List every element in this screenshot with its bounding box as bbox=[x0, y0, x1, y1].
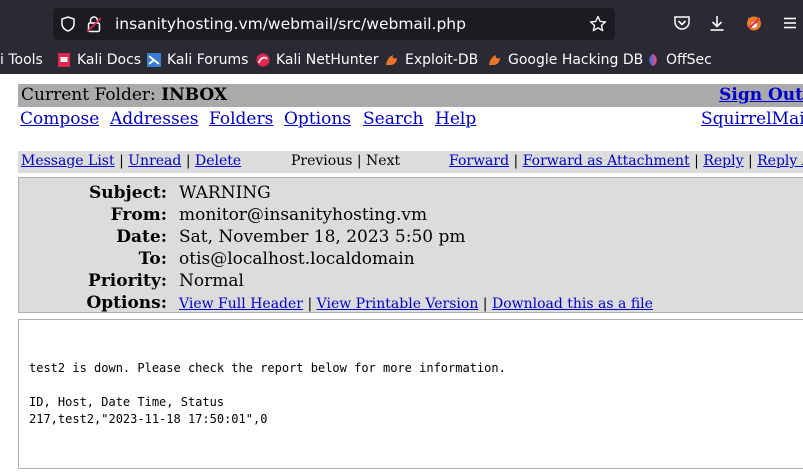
previous-label: Previous bbox=[291, 153, 353, 169]
bookmark-kali-tools[interactable]: i Tools bbox=[0, 51, 43, 69]
bookmark-kali-docs[interactable]: Kali Docs bbox=[57, 51, 141, 69]
from-label: From: bbox=[110, 205, 167, 225]
options-label: Options: bbox=[86, 293, 167, 313]
delete-link[interactable]: Delete bbox=[195, 153, 241, 169]
url-text[interactable]: insanityhosting.vm/webmail/src/webmail.p… bbox=[115, 15, 466, 33]
bookmark-star-icon[interactable] bbox=[589, 15, 607, 33]
bookmark-label: Kali NetHunter bbox=[276, 52, 379, 68]
options-links: View Full Header | View Printable Versio… bbox=[179, 296, 653, 312]
current-folder-bar: Current Folder: INBOX Sign Out bbox=[18, 84, 803, 107]
forward-as-attachment-link[interactable]: Forward as Attachment bbox=[523, 153, 690, 169]
message-body-text: test2 is down. Please check the report b… bbox=[29, 361, 506, 426]
nav-separator: | bbox=[356, 153, 362, 169]
priority-label: Priority: bbox=[88, 271, 167, 291]
reply-link[interactable]: Reply bbox=[703, 153, 743, 169]
view-printable-version-link[interactable]: View Printable Version bbox=[317, 296, 479, 312]
next-label: Next bbox=[366, 153, 401, 169]
current-folder-name: INBOX bbox=[161, 85, 228, 105]
menu-options[interactable]: Options bbox=[284, 109, 351, 129]
bookmark-label: Google Hacking DB bbox=[508, 52, 644, 68]
bookmark-label: Exploit-DB bbox=[405, 52, 479, 68]
message-headers: Subject: WARNING From: monitor@insanityh… bbox=[18, 177, 803, 313]
bookmark-offsec[interactable]: OffSec bbox=[646, 51, 712, 69]
menu-compose[interactable]: Compose bbox=[20, 109, 99, 129]
nav-separator: | bbox=[307, 296, 313, 312]
subject-value: WARNING bbox=[179, 183, 271, 203]
pocket-icon[interactable] bbox=[673, 14, 691, 32]
extension-fox-icon[interactable] bbox=[745, 14, 763, 32]
bookmark-kali-nethunter[interactable]: Kali NetHunter bbox=[256, 51, 378, 69]
sign-out-link[interactable]: Sign Out bbox=[719, 85, 803, 105]
nav-separator: | bbox=[482, 296, 488, 312]
bookmarks-toolbar: i Tools Kali Docs Kali Forums Kali NetHu… bbox=[0, 46, 803, 74]
bookmark-label: Kali Forums bbox=[167, 52, 249, 68]
nav-separator: | bbox=[694, 153, 699, 169]
url-bar[interactable]: insanityhosting.vm/webmail/src/webmail.p… bbox=[53, 8, 615, 40]
hamburger-menu-icon[interactable] bbox=[781, 14, 799, 32]
downloads-icon[interactable] bbox=[708, 14, 726, 32]
unread-link[interactable]: Unread bbox=[128, 153, 181, 169]
date-label: Date: bbox=[116, 227, 167, 247]
squirrelmail-link[interactable]: SquirrelMail bbox=[701, 109, 803, 129]
kali-docs-icon bbox=[58, 53, 70, 67]
insecure-lock-icon[interactable] bbox=[86, 15, 102, 33]
current-folder-label: Current Folder: bbox=[21, 85, 156, 105]
google-hacking-db-icon bbox=[489, 55, 500, 65]
kali-nethunter-icon bbox=[256, 53, 270, 67]
date-value: Sat, November 18, 2023 5:50 pm bbox=[179, 227, 466, 247]
menu-search[interactable]: Search bbox=[363, 109, 423, 129]
menu-addresses[interactable]: Addresses bbox=[110, 109, 198, 129]
message-list-link[interactable]: Message List bbox=[21, 153, 115, 169]
nav-separator: | bbox=[747, 153, 753, 169]
download-as-file-link[interactable]: Download this as a file bbox=[492, 296, 653, 312]
priority-value: Normal bbox=[179, 271, 244, 291]
subject-label: Subject: bbox=[89, 183, 167, 203]
message-body: test2 is down. Please check the report b… bbox=[18, 319, 803, 469]
to-label: To: bbox=[138, 249, 167, 269]
to-value: otis@localhost.localdomain bbox=[179, 249, 415, 269]
nav-separator: | bbox=[513, 153, 519, 169]
webmail-page: Current Folder: INBOX Sign Out Compose A… bbox=[0, 74, 803, 472]
bookmark-label: OffSec bbox=[666, 52, 712, 68]
bookmark-label: Kali Docs bbox=[77, 52, 142, 68]
bookmark-kali-forums[interactable]: Kali Forums bbox=[147, 51, 248, 69]
bookmark-label: i Tools bbox=[0, 52, 43, 68]
current-folder: Current Folder: INBOX bbox=[21, 85, 227, 105]
view-full-header-link[interactable]: View Full Header bbox=[179, 296, 303, 312]
offsec-icon bbox=[649, 54, 657, 66]
tracking-protection-shield-icon[interactable] bbox=[60, 16, 76, 32]
reply-all-link[interactable]: Reply All bbox=[757, 153, 803, 169]
bookmark-google-hacking-db[interactable]: Google Hacking DB bbox=[488, 51, 643, 69]
nav-separator: | bbox=[119, 153, 124, 169]
from-value: monitor@insanityhosting.vm bbox=[179, 205, 428, 225]
forward-link[interactable]: Forward bbox=[449, 153, 509, 169]
bookmark-exploit-db[interactable]: Exploit-DB bbox=[385, 51, 478, 69]
menu-folders[interactable]: Folders bbox=[209, 109, 273, 129]
nav-separator: | bbox=[185, 153, 191, 169]
menu-help[interactable]: Help bbox=[435, 109, 476, 129]
exploit-db-icon bbox=[386, 55, 397, 65]
kali-forums-icon bbox=[147, 53, 161, 67]
message-navigation-bar: Message List | Unread | Delete Previous … bbox=[18, 151, 803, 173]
browser-toolbar: insanityhosting.vm/webmail/src/webmail.p… bbox=[0, 0, 803, 46]
